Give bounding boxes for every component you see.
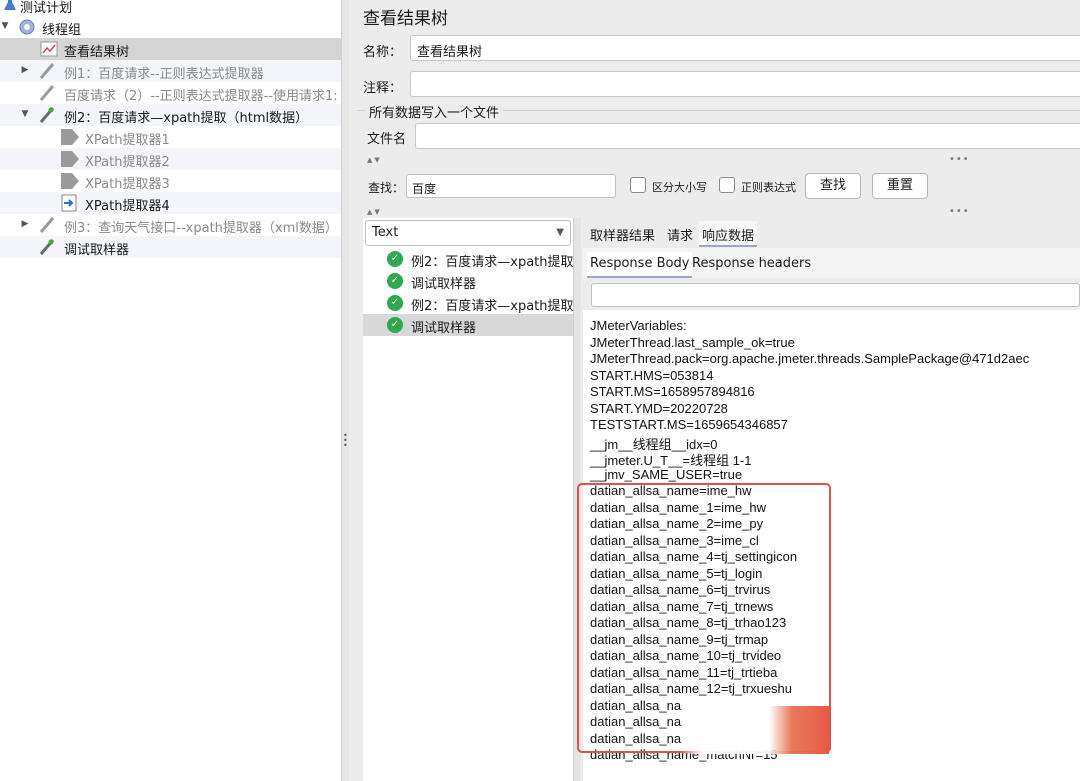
write-to-file-group-label: 所有数据写入一个文件 (365, 102, 504, 121)
tree-item-thread-group[interactable]: ▼ 线程组 (0, 16, 341, 38)
case-sensitive-label: 区分大小写 (652, 181, 707, 194)
collapse-bar[interactable]: ▲▼ ••• (363, 154, 1080, 166)
regex-checkbox[interactable] (719, 177, 735, 193)
success-check-icon: ✓ (387, 251, 403, 267)
subtab-response-headers[interactable]: Response headers (689, 252, 814, 278)
tree-item-xpath-extractor-2[interactable]: XPath提取器2 (0, 148, 341, 170)
case-sensitive-checkbox[interactable] (630, 177, 646, 193)
tab-sampler-result[interactable]: 取样器结果 (587, 221, 658, 247)
response-line: __jmv_SAME_USER=true (590, 466, 743, 482)
extractor-arrow-icon (60, 194, 78, 212)
pipette-icon (38, 106, 56, 124)
success-check-icon: ✓ (387, 273, 403, 289)
filename-field[interactable] (415, 123, 1080, 149)
pipette-icon (38, 238, 56, 256)
result-item[interactable]: ✓ 调试取样器 (363, 314, 573, 336)
drag-handle-icon[interactable]: ••• (949, 154, 970, 165)
response-line: JMeterThread.last_sample_ok=true (590, 334, 795, 350)
result-item-label: 调试取样器 (411, 277, 477, 292)
chevron-down-icon: ▼ (556, 227, 564, 238)
jmeter-window: 测试计划 ▼ 线程组 查看结果树 ▶ 例1：百度请求--正则表达式提取器 百度请… (0, 0, 1080, 781)
view-results-tree-panel: 查看结果树 名称： 查看结果树 注释： 所有数据写入一个文件 文件名 ▲▼ ••… (349, 0, 1080, 781)
tree-item-label: 测试计划 (20, 1, 73, 16)
tree-item-label: 例3：查询天气接口--xpath提取器（xml数据） (64, 221, 338, 236)
results-list: Text ▼ ✓ 例2：百度请求—xpath提取 ✓ 调试取样器 ✓ 例2：百度… (363, 218, 573, 781)
page-title: 查看结果树 (363, 9, 448, 29)
tab-request[interactable]: 请求 (664, 221, 696, 247)
tree-item-label: 调试取样器 (64, 243, 130, 258)
success-check-icon: ✓ (387, 295, 403, 311)
tree-item-label: XPath提取器4 (85, 199, 170, 214)
tree-item-label: 例2：百度请求—xpath提取（html数据） (64, 111, 309, 126)
tree-item-label: XPath提取器3 (85, 177, 170, 192)
extractor-icon (60, 172, 79, 190)
tree-item-label: 线程组 (42, 23, 82, 38)
response-line: JMeterThread.pack=org.apache.jmeter.thre… (590, 351, 1030, 366)
extractor-icon (60, 128, 79, 146)
tree-item-example2[interactable]: ▼ 例2：百度请求—xpath提取（html数据） (0, 104, 341, 126)
watermark-overlay (679, 706, 829, 754)
tree-item-label: XPath提取器2 (85, 155, 170, 170)
filename-label: 文件名 (367, 132, 407, 147)
pipette-icon (38, 62, 56, 80)
response-line: TESTSTART.MS=1659654346857 (590, 417, 788, 432)
renderer-value: Text (372, 225, 399, 240)
tree-item-example1[interactable]: ▶ 例1：百度请求--正则表达式提取器 (0, 60, 341, 82)
collapse-arrows-icon[interactable]: ▲▼ (367, 208, 382, 216)
tree-item-view-results-tree[interactable]: 查看结果树 (0, 38, 341, 60)
result-item[interactable]: ✓ 例2：百度请求—xpath提取 (363, 292, 573, 314)
name-label: 名称： (363, 45, 403, 60)
response-line: START.HMS=053814 (590, 367, 714, 383)
reset-button[interactable]: 重置 (872, 173, 928, 199)
tree-item-label: 例1：百度请求--正则表达式提取器 (64, 67, 264, 82)
tree-item-label: XPath提取器1 (85, 133, 170, 148)
chevron-down-icon[interactable]: ▼ (20, 109, 30, 119)
response-line: START.YMD=20220728 (590, 400, 728, 416)
tree-item-test-plan[interactable]: 测试计划 (0, 0, 341, 16)
collapse-bar[interactable]: ▲▼ ••• (363, 206, 1080, 218)
tree-item-example3[interactable]: ▶ 例3：查询天气接口--xpath提取器（xml数据） (0, 214, 341, 236)
tree-item-xpath-extractor-3[interactable]: XPath提取器3 (0, 170, 341, 192)
flask-icon (2, 0, 20, 14)
tree-item-xpath-extractor-4[interactable]: XPath提取器4 (0, 192, 341, 214)
tab-response-data[interactable]: 响应数据 (699, 221, 758, 247)
result-item[interactable]: ✓ 例2：百度请求—xpath提取 (363, 248, 573, 270)
comment-label: 注释： (363, 81, 403, 96)
gear-icon (18, 18, 36, 36)
response-line: JMeterVariables: (590, 318, 687, 333)
result-item-label: 例2：百度请求—xpath提取 (411, 255, 573, 270)
extractor-icon (60, 150, 79, 168)
tree-item-label: 百度请求（2）--正则表达式提取器--使用请求1: (64, 89, 338, 104)
find-button[interactable]: 查找 (805, 173, 861, 199)
regex-label: 正则表达式 (741, 181, 796, 194)
drag-handle-icon[interactable]: ••• (949, 206, 970, 217)
chart-icon (40, 40, 58, 58)
result-item[interactable]: ✓ 调试取样器 (363, 270, 573, 292)
comment-field[interactable] (410, 71, 1080, 97)
tree-item-xpath-extractor-1[interactable]: XPath提取器1 (0, 126, 341, 148)
response-line: START.MS=1658957894816 (590, 384, 755, 399)
result-item-label: 调试取样器 (411, 321, 477, 336)
pipette-icon (38, 84, 56, 102)
search-label: 查找： (368, 181, 405, 195)
pipette-icon (38, 216, 56, 234)
success-check-icon: ✓ (387, 317, 403, 333)
search-input[interactable]: 百度 (406, 174, 616, 198)
chevron-down-icon[interactable]: ▼ (0, 21, 10, 31)
test-plan-tree: 测试计划 ▼ 线程组 查看结果树 ▶ 例1：百度请求--正则表达式提取器 百度请… (0, 0, 341, 781)
tree-item-label: 查看结果树 (64, 45, 130, 60)
tree-item-debug-sampler[interactable]: 调试取样器 (0, 236, 341, 258)
renderer-select[interactable]: Text ▼ (365, 220, 571, 246)
result-item-label: 例2：百度请求—xpath提取 (411, 299, 573, 314)
tree-item-baidu-request-2[interactable]: 百度请求（2）--正则表达式提取器--使用请求1: (0, 82, 341, 104)
response-search-input[interactable] (591, 283, 1080, 307)
subtab-response-body[interactable]: Response Body (587, 252, 693, 278)
collapse-arrows-icon[interactable]: ▲▼ (367, 156, 382, 164)
drag-handle-icon[interactable]: ••• (343, 432, 348, 450)
chevron-right-icon[interactable]: ▶ (20, 219, 30, 229)
name-field[interactable]: 查看结果树 (410, 35, 1080, 61)
tree-splitter[interactable] (341, 0, 349, 781)
chevron-right-icon[interactable]: ▶ (20, 65, 30, 75)
